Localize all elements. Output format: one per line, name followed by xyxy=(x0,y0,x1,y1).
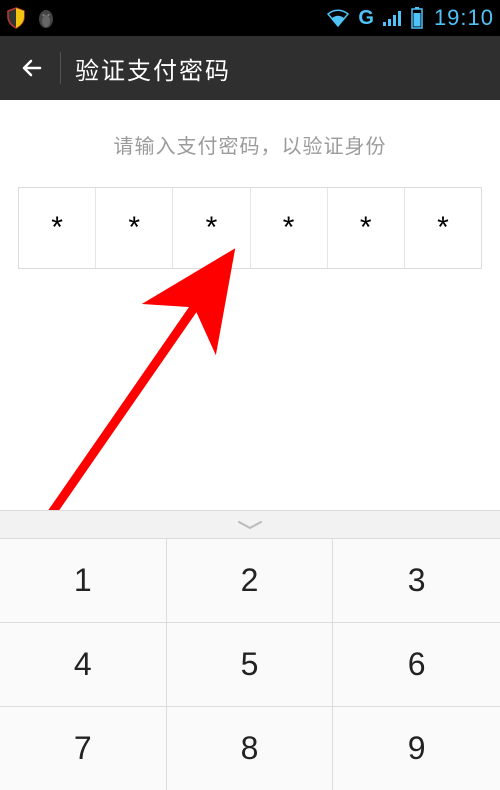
annotation-arrow xyxy=(0,100,500,550)
key-5[interactable]: 5 xyxy=(167,622,334,706)
pin-cell-6: * xyxy=(405,188,481,268)
status-left xyxy=(6,7,326,29)
pin-cell-1: * xyxy=(19,188,96,268)
key-7[interactable]: 7 xyxy=(0,706,167,790)
android-status-bar: G 19:10 xyxy=(0,0,500,36)
arrow-left-icon xyxy=(20,55,46,81)
keypad-collapse-bar[interactable] xyxy=(0,510,500,538)
clock-label: 19:10 xyxy=(434,5,494,31)
numeric-keypad: 1 2 3 4 5 6 7 8 9 xyxy=(0,538,500,790)
status-right: G 19:10 xyxy=(326,5,494,31)
wifi-icon xyxy=(326,8,350,28)
key-2[interactable]: 2 xyxy=(167,538,334,622)
battery-icon xyxy=(410,7,424,29)
pin-input[interactable]: * * * * * * xyxy=(18,187,482,269)
pin-cell-4: * xyxy=(251,188,328,268)
key-1[interactable]: 1 xyxy=(0,538,167,622)
content-area: 请输入支付密码，以验证身份 * * * * * * xyxy=(0,100,500,269)
back-button[interactable] xyxy=(12,47,54,89)
app-header: 验证支付密码 xyxy=(0,36,500,100)
header-divider xyxy=(60,52,61,84)
key-9[interactable]: 9 xyxy=(333,706,500,790)
shield-icon xyxy=(6,7,26,29)
pin-cell-5: * xyxy=(328,188,405,268)
pin-cell-2: * xyxy=(96,188,173,268)
key-6[interactable]: 6 xyxy=(333,622,500,706)
pin-cell-3: * xyxy=(173,188,250,268)
key-4[interactable]: 4 xyxy=(0,622,167,706)
chevron-down-icon xyxy=(235,519,265,531)
keypad-area: 1 2 3 4 5 6 7 8 9 xyxy=(0,510,500,790)
network-type-label: G xyxy=(358,7,374,30)
key-8[interactable]: 8 xyxy=(167,706,334,790)
signal-icon xyxy=(382,9,404,27)
prompt-text: 请输入支付密码，以验证身份 xyxy=(18,130,482,159)
penguin-icon xyxy=(36,7,56,29)
page-title: 验证支付密码 xyxy=(75,51,231,86)
key-3[interactable]: 3 xyxy=(333,538,500,622)
